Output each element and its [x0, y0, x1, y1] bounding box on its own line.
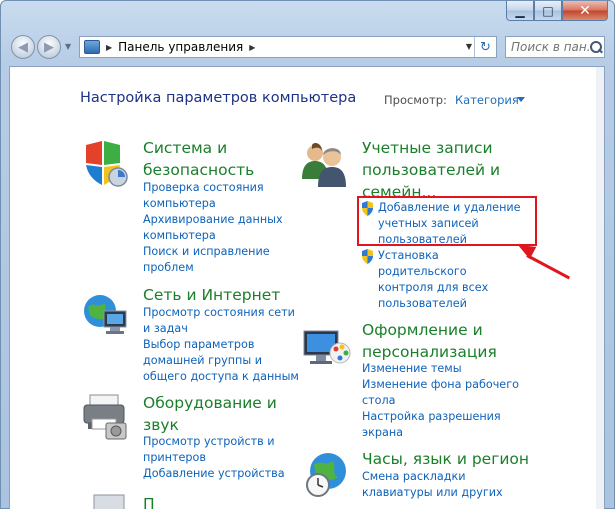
task-link[interactable]: Выбор параметров — [143, 337, 299, 353]
category-tasks-system-security: Проверка состояния компьютера Архивирова… — [143, 180, 283, 276]
task-link[interactable]: Добавление устройства — [143, 466, 285, 482]
task-link[interactable]: контроля для всех — [378, 280, 488, 296]
view-by-dropdown[interactable]: Категория — [455, 93, 519, 107]
task-link[interactable]: родительского — [378, 264, 488, 280]
window-frame: ▁ □ ✕ ◀ ▶ ▼ ▶ Панель управления ▶ ▼ ↻ На… — [0, 0, 615, 509]
address-bar[interactable]: ▶ Панель управления ▶ ▼ ↻ — [79, 36, 497, 58]
task-link[interactable]: компьютера — [143, 228, 283, 244]
category-title-line[interactable]: персонализация — [362, 341, 497, 363]
category-title-line[interactable]: Система и — [143, 137, 254, 159]
search-icon[interactable] — [589, 40, 603, 54]
breadcrumb-control-panel[interactable]: Панель управления — [118, 40, 243, 54]
forward-button[interactable]: ▶ — [37, 35, 61, 59]
users-icon[interactable] — [300, 139, 350, 189]
category-title-line[interactable]: Оформление и — [362, 319, 497, 341]
annotation-arrow — [526, 254, 571, 280]
category-title-system-security[interactable]: Система и безопасность — [143, 137, 254, 181]
breadcrumb-arrow-icon[interactable]: ▶ — [249, 43, 255, 52]
category-title-line[interactable]: безопасность — [143, 159, 254, 181]
category-title-network[interactable]: Сеть и Интернет — [143, 284, 280, 306]
page-title: Настройка параметров компьютера — [80, 90, 357, 106]
task-link[interactable]: экрана — [362, 425, 519, 441]
task-link[interactable]: проблем — [143, 260, 283, 276]
search-box[interactable] — [505, 36, 605, 58]
task-link-parental-controls[interactable]: Установка — [378, 248, 488, 264]
category-title-line[interactable]: Учетные записи — [362, 137, 500, 159]
network-globe-icon[interactable] — [80, 289, 130, 339]
control-panel-content: Настройка параметров компьютера Просмотр… — [9, 66, 605, 509]
category-title-line[interactable]: Сеть и Интернет — [143, 284, 280, 306]
address-dropdown-icon[interactable]: ▼ — [466, 42, 472, 51]
task-link[interactable]: Изменение темы — [362, 361, 519, 377]
task-link[interactable]: пользователей — [378, 296, 488, 312]
category-title-user-accounts[interactable]: Учетные записи пользователей и семейн... — [362, 137, 500, 203]
task-link[interactable]: Просмотр состояния сети — [143, 305, 299, 321]
task-link[interactable]: Изменение фона рабочего — [362, 377, 519, 393]
category-title-clock-region[interactable]: Часы, язык и регион — [362, 448, 529, 470]
task-link[interactable]: Смена раскладки — [362, 469, 503, 485]
task-link[interactable]: Проверка состояния — [143, 180, 283, 196]
vertical-scrollbar[interactable] — [596, 67, 604, 509]
task-link[interactable]: и задач — [143, 321, 299, 337]
task-link[interactable]: принтеров — [143, 450, 285, 466]
refresh-icon: ↻ — [480, 39, 491, 55]
category-title-appearance[interactable]: Оформление и персонализация — [362, 319, 497, 363]
maximize-button[interactable]: □ — [534, 1, 562, 21]
breadcrumb-arrow-icon[interactable]: ▶ — [106, 43, 112, 52]
task-link[interactable]: общего доступа к данным — [143, 369, 299, 385]
minimize-button[interactable]: ▁ — [506, 1, 534, 21]
category-tasks-hardware: Просмотр устройств и принтеров Добавлени… — [143, 434, 285, 482]
category-title-hardware[interactable]: Оборудование и звук — [143, 392, 277, 436]
task-link[interactable]: компьютера — [143, 196, 283, 212]
back-arrow-icon: ◀ — [18, 39, 28, 55]
category-tasks-user-accounts-2: Установка родительского контроля для все… — [378, 248, 488, 312]
task-link[interactable]: Поиск и исправление — [143, 244, 283, 260]
programs-icon[interactable] — [90, 493, 140, 509]
task-link[interactable]: стола — [362, 393, 519, 409]
category-title-partial[interactable]: П — [143, 493, 155, 509]
back-button[interactable]: ◀ — [11, 35, 35, 59]
refresh-button[interactable]: ↻ — [474, 37, 496, 57]
category-title-line[interactable]: Оборудование и — [143, 392, 277, 414]
clock-globe-icon[interactable] — [302, 449, 352, 499]
close-button[interactable]: ✕ — [562, 1, 608, 21]
task-link[interactable]: Настройка разрешения — [362, 409, 519, 425]
security-shield-icon[interactable] — [80, 139, 130, 189]
recent-pages-dropdown[interactable]: ▼ — [65, 42, 71, 51]
control-panel-icon — [84, 40, 100, 54]
category-title-line[interactable]: звук — [143, 414, 277, 436]
annotation-highlight-box — [357, 196, 537, 246]
view-by-label: Просмотр: — [384, 93, 447, 107]
task-link[interactable]: домашней группы и — [143, 353, 299, 369]
search-input[interactable] — [511, 40, 589, 54]
category-tasks-appearance: Изменение темы Изменение фона рабочего с… — [362, 361, 519, 441]
category-tasks-network: Просмотр состояния сети и задач Выбор па… — [143, 305, 299, 385]
navigation-bar: ◀ ▶ ▼ ▶ Панель управления ▶ ▼ ↻ — [1, 31, 615, 63]
forward-arrow-icon: ▶ — [44, 39, 54, 55]
monitor-palette-icon[interactable] — [302, 323, 352, 373]
printer-icon[interactable] — [80, 391, 130, 441]
view-by-caret-icon[interactable] — [517, 97, 525, 102]
task-link[interactable]: клавиатуры или других — [362, 485, 503, 501]
task-link[interactable]: Просмотр устройств и — [143, 434, 285, 450]
caption-buttons: ▁ □ ✕ — [506, 1, 608, 21]
task-link[interactable]: Архивирование данных — [143, 212, 283, 228]
category-title-line[interactable]: пользователей и — [362, 159, 500, 181]
uac-shield-icon — [361, 249, 374, 264]
category-title-line[interactable]: Часы, язык и регион — [362, 448, 529, 470]
category-tasks-clock-region: Смена раскладки клавиатуры или других — [362, 469, 503, 501]
